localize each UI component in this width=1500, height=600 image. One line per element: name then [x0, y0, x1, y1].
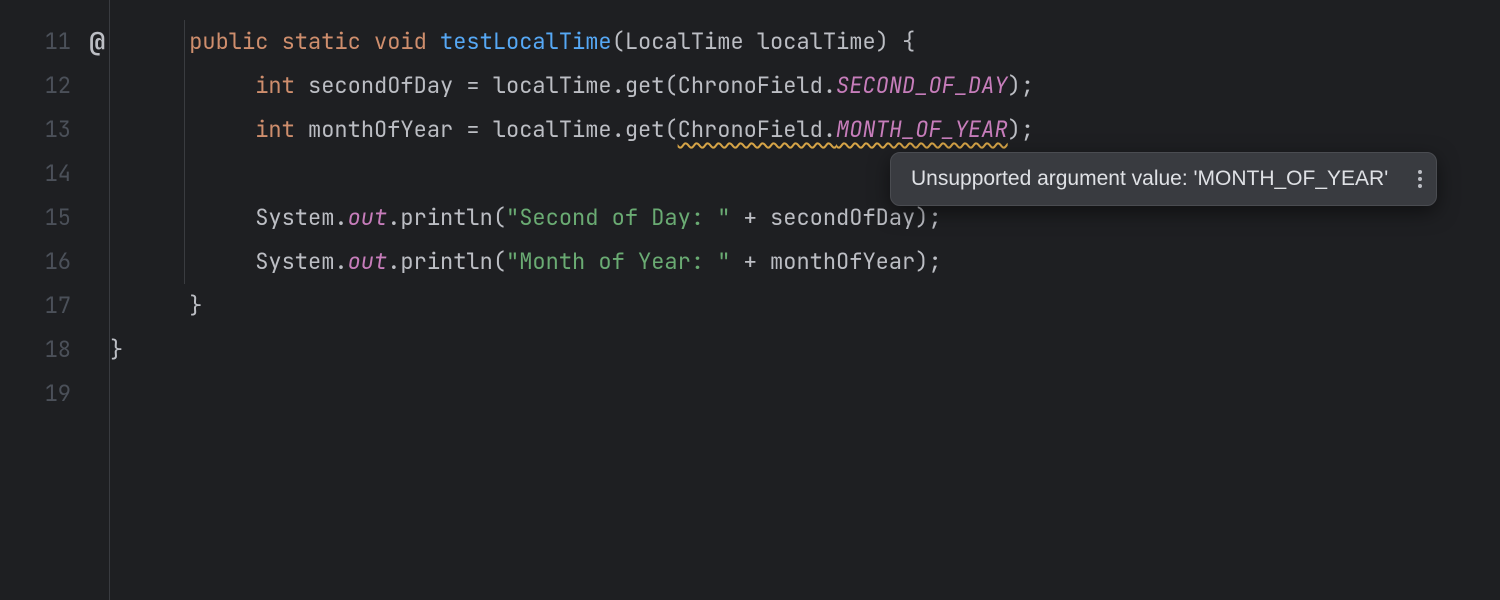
code-line[interactable]: int secondOfDay = localTime.get(ChronoFi…	[110, 64, 1500, 108]
equals: =	[466, 71, 479, 100]
method-name: testLocalTime	[440, 27, 612, 56]
warning-constant: MONTH_OF_YEAR	[836, 115, 1008, 144]
line-number[interactable]: 11 @	[0, 20, 109, 64]
keyword-int: int	[255, 71, 295, 100]
constant: SECOND_OF_DAY	[836, 71, 1008, 100]
line-number[interactable]: 15	[0, 196, 109, 240]
indent-guide	[184, 64, 185, 108]
keyword-public: public	[189, 27, 268, 56]
indent-guide	[184, 108, 185, 152]
indent-guide	[184, 240, 185, 284]
concat-tail: + secondOfDay);	[730, 203, 941, 232]
inspection-tooltip[interactable]: Unsupported argument value: 'MONTH_OF_YE…	[890, 152, 1437, 206]
line-number[interactable]: 14	[0, 152, 109, 196]
indent-guide	[184, 152, 185, 196]
indent-guide	[184, 20, 185, 64]
keyword-int: int	[255, 115, 295, 144]
code-line[interactable]: System.out.println("Month of Year: " + m…	[110, 240, 1500, 284]
call-prefix: System.	[255, 247, 347, 276]
call-mid: .println(	[387, 247, 506, 276]
param-name: localTime	[744, 27, 876, 56]
brace-close: }	[189, 291, 202, 320]
tooltip-text: Unsupported argument value: 'MONTH_OF_YE…	[911, 167, 1388, 191]
gutter: 11 @ 12 13 14 15 16 17 18 19	[0, 0, 110, 600]
out-field: out	[348, 247, 388, 276]
line-number[interactable]: 16	[0, 240, 109, 284]
string-literal: "Month of Year: "	[506, 247, 730, 276]
keyword-void: void	[374, 27, 427, 56]
line-number[interactable]: 13	[0, 108, 109, 152]
code-line-empty[interactable]	[110, 372, 1500, 416]
more-actions-icon[interactable]	[1418, 170, 1422, 188]
paren-open: (	[612, 27, 625, 56]
keyword-static: static	[282, 27, 361, 56]
out-field: out	[348, 203, 388, 232]
equals: =	[466, 115, 479, 144]
line-tail: );	[1008, 71, 1034, 100]
code-line[interactable]: public static void testLocalTime(LocalTi…	[110, 20, 1500, 64]
paren-close: )	[876, 27, 889, 56]
expression: localTime.get(	[480, 115, 678, 144]
code-line[interactable]: }	[110, 328, 1500, 372]
line-number[interactable]: 12	[0, 64, 109, 108]
warning-span: ChronoField.	[678, 115, 836, 144]
variable: secondOfDay	[295, 71, 467, 100]
line-number[interactable]: 19	[0, 372, 109, 416]
override-marker-icon[interactable]: @	[89, 20, 105, 64]
string-literal: "Second of Day: "	[506, 203, 730, 232]
variable: monthOfYear	[295, 115, 467, 144]
line-number[interactable]: 18	[0, 328, 109, 372]
call-prefix: System.	[255, 203, 347, 232]
code-editor: 11 @ 12 13 14 15 16 17 18 19 public stat…	[0, 0, 1500, 600]
brace-open: {	[889, 27, 915, 56]
code-area[interactable]: public static void testLocalTime(LocalTi…	[110, 0, 1500, 600]
indent-guide	[184, 196, 185, 240]
param-type: LocalTime	[625, 27, 744, 56]
code-line[interactable]: int monthOfYear = localTime.get(ChronoFi…	[110, 108, 1500, 152]
call-mid: .println(	[387, 203, 506, 232]
line-tail: );	[1008, 115, 1034, 144]
concat-tail: + monthOfYear);	[730, 247, 941, 276]
line-number-text: 11	[45, 27, 71, 56]
expression: localTime.get(ChronoField.	[480, 71, 836, 100]
code-line[interactable]: }	[110, 284, 1500, 328]
brace-close: }	[110, 335, 123, 364]
line-number[interactable]: 17	[0, 284, 109, 328]
